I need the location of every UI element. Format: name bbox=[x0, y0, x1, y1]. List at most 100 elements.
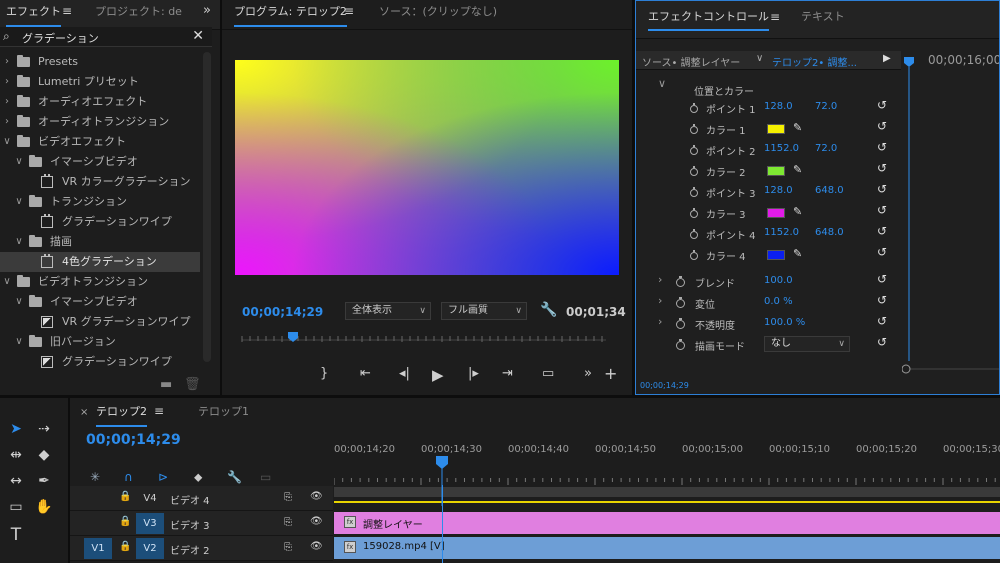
chevron-down-icon[interactable]: ∨ bbox=[14, 192, 24, 212]
point-y-value[interactable]: 72.0 bbox=[815, 101, 837, 112]
ec-source-label[interactable]: ソース• 調整レイヤー bbox=[642, 54, 740, 69]
reset-icon[interactable]: ↺ bbox=[877, 245, 887, 259]
eye-icon[interactable]: 👁 bbox=[310, 516, 323, 527]
opacity-value[interactable]: 100.0 % bbox=[764, 317, 805, 328]
color-swatch[interactable] bbox=[767, 250, 785, 260]
export-frame-button[interactable]: ▭ bbox=[542, 366, 554, 381]
lock-icon[interactable]: 🔒 bbox=[119, 491, 131, 502]
tab-program[interactable]: プログラム: テロップ2 bbox=[234, 0, 347, 30]
eyedropper-icon[interactable]: ✎ bbox=[793, 121, 802, 134]
eyedropper-icon[interactable]: ✎ bbox=[793, 163, 802, 176]
effects-item[interactable]: 4色グラデーション bbox=[0, 252, 200, 272]
snap-icon[interactable]: ∩ bbox=[124, 470, 133, 484]
stopwatch-icon[interactable] bbox=[690, 229, 698, 239]
reset-icon[interactable]: ↺ bbox=[877, 119, 887, 133]
reset-icon[interactable]: ↺ bbox=[877, 161, 887, 175]
chevron-right-icon[interactable]: › bbox=[2, 92, 12, 112]
quality-select[interactable]: フル画質 ∨ bbox=[441, 302, 527, 320]
track-target[interactable]: V2 bbox=[136, 538, 164, 559]
stopwatch-icon[interactable] bbox=[676, 339, 685, 350]
more-panels-icon[interactable]: » bbox=[203, 3, 211, 18]
point-x-value[interactable]: 128.0 bbox=[764, 101, 793, 112]
effects-folder[interactable]: › Presets bbox=[0, 52, 200, 72]
lock-icon[interactable]: 🔒 bbox=[119, 516, 131, 527]
effects-folder[interactable]: › Lumetri プリセット bbox=[0, 72, 200, 92]
more-controls-icon[interactable]: » bbox=[584, 366, 592, 381]
step-back-button[interactable]: ◂| bbox=[399, 366, 410, 381]
effects-folder[interactable]: ∨ 描画 bbox=[0, 232, 200, 252]
effects-scrollbar[interactable] bbox=[203, 52, 211, 362]
stopwatch-icon[interactable] bbox=[676, 276, 685, 287]
chevron-down-icon[interactable]: ∨ bbox=[14, 332, 24, 352]
timeline-playhead[interactable] bbox=[436, 456, 448, 469]
sync-lock-icon[interactable]: ⎘ bbox=[284, 517, 292, 528]
reset-icon[interactable]: ↺ bbox=[877, 98, 887, 112]
timeline-track-header[interactable]: 🔒 V3 ビデオ 3 ⎘ 👁 bbox=[70, 511, 333, 536]
timeline-settings-icon[interactable]: 🔧 bbox=[227, 470, 242, 484]
chevron-down-icon[interactable]: ∨ bbox=[14, 152, 24, 172]
go-to-in-button[interactable]: ⇤ bbox=[360, 366, 371, 381]
stopwatch-icon[interactable] bbox=[690, 208, 698, 218]
effects-folder[interactable]: › オーディオトランジション bbox=[0, 112, 200, 132]
show-timeline-toggle-icon[interactable]: ▶ bbox=[883, 53, 891, 64]
mark-out-button[interactable]: } bbox=[320, 366, 328, 381]
tab-project[interactable]: プロジェクト: de bbox=[95, 0, 182, 30]
timeline-track-header[interactable]: 🔒 V4 ビデオ 4 ⎘ 👁 bbox=[70, 486, 333, 511]
effects-menu-icon[interactable]: ≡ bbox=[62, 4, 72, 18]
track-select-tool-icon[interactable]: ⇢ bbox=[33, 418, 55, 440]
linked-selection-icon[interactable]: ⊳ bbox=[158, 470, 168, 484]
rectangle-tool-icon[interactable]: ▭ bbox=[5, 496, 27, 518]
point-y-value[interactable]: 648.0 bbox=[815, 227, 844, 238]
tab-sequence-2[interactable]: テロップ1 bbox=[198, 400, 249, 430]
chevron-right-icon[interactable]: › bbox=[658, 273, 662, 286]
play-button[interactable]: ▶ bbox=[432, 366, 444, 384]
type-tool-icon[interactable]: T bbox=[5, 524, 27, 546]
go-to-out-button[interactable]: ⇥ bbox=[502, 366, 513, 381]
stopwatch-icon[interactable] bbox=[690, 250, 698, 260]
eye-icon[interactable]: 👁 bbox=[310, 491, 323, 502]
chevron-down-icon[interactable]: ∨ bbox=[2, 272, 12, 292]
reset-icon[interactable]: ↺ bbox=[877, 314, 887, 328]
ec-playhead-graphic[interactable] bbox=[902, 45, 1000, 375]
timeline-clip[interactable]: fx 159028.mp4 [V] bbox=[334, 537, 1000, 559]
effects-search[interactable]: ⌕ グラデーション ✕ bbox=[0, 27, 212, 47]
captions-icon[interactable]: ▭ bbox=[260, 470, 271, 484]
program-timecode[interactable]: 00;00;14;29 bbox=[242, 305, 323, 319]
point-x-value[interactable]: 128.0 bbox=[764, 185, 793, 196]
pen-tool-icon[interactable]: ✒ bbox=[33, 470, 55, 492]
nest-toggle-icon[interactable]: ✳ bbox=[90, 470, 100, 484]
stopwatch-icon[interactable] bbox=[690, 103, 698, 113]
tab-sequence-1[interactable]: テロップ2 bbox=[96, 400, 147, 430]
color-swatch[interactable] bbox=[767, 166, 785, 176]
stopwatch-icon[interactable] bbox=[676, 318, 685, 329]
chevron-down-icon[interactable]: ∨ bbox=[2, 132, 12, 152]
reset-icon[interactable]: ↺ bbox=[877, 335, 887, 349]
chevron-right-icon[interactable]: › bbox=[2, 52, 12, 72]
blend-mode-select[interactable]: なし ∨ bbox=[764, 336, 850, 352]
tab-text[interactable]: テキスト bbox=[801, 4, 845, 34]
point-y-value[interactable]: 72.0 bbox=[815, 143, 837, 154]
timeline-ruler[interactable]: 00;00;14;20 00;00;14;30 00;00;14;40 00;00;1… bbox=[334, 438, 1000, 506]
timeline-clip[interactable]: fx 調整レイヤー bbox=[334, 512, 1000, 534]
ec-menu-icon[interactable]: ≡ bbox=[770, 10, 780, 24]
point-x-value[interactable]: 1152.0 bbox=[764, 143, 799, 154]
tab-source[interactable]: ソース：(クリップなし) bbox=[379, 0, 497, 30]
effects-folder[interactable]: ∨ イマーシブビデオ bbox=[0, 152, 200, 172]
reset-icon[interactable]: ↺ bbox=[877, 140, 887, 154]
reset-icon[interactable]: ↺ bbox=[877, 182, 887, 196]
reset-icon[interactable]: ↺ bbox=[877, 203, 887, 217]
reset-icon[interactable]: ↺ bbox=[877, 293, 887, 307]
stopwatch-icon[interactable] bbox=[676, 297, 685, 308]
effects-item[interactable]: VR グラデーションワイプ bbox=[0, 312, 200, 332]
ripple-edit-tool-icon[interactable]: ⇹ bbox=[5, 444, 27, 466]
stopwatch-icon[interactable] bbox=[690, 124, 698, 134]
effects-item[interactable]: VR カラーグラデーション bbox=[0, 172, 200, 192]
point-x-value[interactable]: 1152.0 bbox=[764, 227, 799, 238]
reset-icon[interactable]: ↺ bbox=[877, 224, 887, 238]
zoom-select[interactable]: 全体表示 ∨ bbox=[345, 302, 431, 320]
effects-folder[interactable]: ∨ ビデオトランジション bbox=[0, 272, 200, 292]
effects-folder[interactable]: ∨ 旧バージョン bbox=[0, 332, 200, 352]
sync-lock-icon[interactable]: ⎘ bbox=[284, 542, 292, 553]
stopwatch-icon[interactable] bbox=[690, 145, 698, 155]
reset-icon[interactable]: ↺ bbox=[877, 272, 887, 286]
